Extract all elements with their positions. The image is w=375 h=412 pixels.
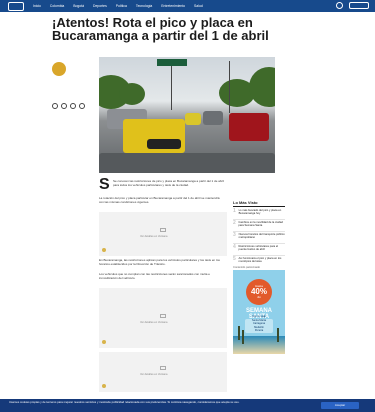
- nav-item-bogota[interactable]: Bogotá: [73, 4, 84, 8]
- most-viewed-item[interactable]: 2 Cambios en la movilidad de la ciudad p…: [233, 221, 285, 228]
- item-number: 1: [233, 208, 236, 214]
- ad-image-icon: [160, 314, 166, 318]
- article-title: ¡Atentos! Rota el pico y placa en Bucara…: [52, 15, 269, 43]
- accept-cookies-button[interactable]: Aceptar: [321, 402, 359, 409]
- most-viewed-item[interactable]: 5 Así funcionará el pico y placa en los …: [233, 257, 285, 264]
- nav-item-tecnologia[interactable]: Tecnología: [136, 4, 152, 8]
- user-icon[interactable]: [336, 2, 343, 9]
- article-paragraph: Los vehículos que no cumplan con las res…: [99, 272, 210, 281]
- promo-destinations: Santa Marta Cartagena Medellín Pereira: [245, 319, 273, 333]
- item-headline[interactable]: Lo más buscado del pico y placa en Bucar…: [239, 209, 285, 216]
- cookie-text: Usamos cookies propias y de terceros par…: [9, 400, 240, 404]
- search-icon[interactable]: [349, 2, 369, 9]
- most-viewed-divider: [233, 206, 285, 207]
- article-photo: [99, 57, 275, 173]
- travel-promo-ad[interactable]: Hasta 40% dto SEMANA SANTA Con tu viaje …: [233, 270, 285, 354]
- item-number: 2: [233, 220, 236, 226]
- twitter-icon[interactable]: [61, 103, 67, 109]
- nav-item-inicio[interactable]: Inicio: [33, 4, 41, 8]
- item-headline[interactable]: Restricciones vehiculares para el puente…: [239, 245, 286, 252]
- promo-subtitle: Con tu viaje: [252, 315, 266, 318]
- whatsapp-icon[interactable]: [79, 103, 85, 109]
- author-avatar[interactable]: [52, 62, 66, 76]
- share-buttons: [52, 103, 85, 109]
- ad-info-icon[interactable]: [102, 384, 106, 388]
- ad-image-icon: [160, 228, 166, 232]
- item-headline[interactable]: Cambios en la movilidad de la ciudad par…: [238, 221, 285, 228]
- most-viewed-item[interactable]: 4 Restricciones vehiculares para el puen…: [233, 245, 285, 252]
- ad-label[interactable]: Ver detalles en Ventana: [140, 321, 167, 324]
- article-paragraph: Se conocen las restricciones de pico y p…: [113, 179, 224, 188]
- item-number: 3: [233, 232, 236, 238]
- facebook-icon[interactable]: [52, 103, 58, 109]
- article-paragraph: En Bucaramanga, las restricciones aplica…: [99, 258, 220, 267]
- sponsored-label: Contenido patrocinado: [233, 266, 261, 269]
- ad-info-icon[interactable]: [102, 340, 106, 344]
- item-number: 4: [233, 244, 236, 250]
- item-headline[interactable]: Nuevos horarios del transporte público m…: [239, 233, 285, 240]
- discount-badge: Hasta 40% dto: [246, 279, 272, 305]
- ad-label[interactable]: Ver detalles en Ventana: [140, 235, 167, 238]
- site-logo[interactable]: [8, 1, 24, 11]
- nav-item-politica[interactable]: Política: [116, 4, 127, 8]
- most-viewed-title: Lo Más Visto: [233, 200, 258, 205]
- most-viewed-item[interactable]: 1 Lo más buscado del pico y placa en Buc…: [233, 209, 285, 216]
- linkedin-icon[interactable]: [70, 103, 76, 109]
- cookie-banner: Usamos cookies propias y de terceros par…: [0, 399, 375, 412]
- ad-info-icon[interactable]: [102, 248, 106, 252]
- most-viewed-item[interactable]: 3 Nuevos horarios del transporte público…: [233, 233, 285, 240]
- item-headline[interactable]: Así funcionará el pico y placa en los mu…: [238, 257, 285, 264]
- article-paragraph: La rotación del pico y placa particular …: [99, 196, 220, 205]
- nav-item-colombia[interactable]: Colombia: [50, 4, 64, 8]
- dropcap-letter: S: [99, 176, 110, 193]
- ad-label[interactable]: Ver detalles en Ventana: [140, 373, 167, 376]
- item-number: 5: [233, 256, 236, 262]
- advertisement[interactable]: Ver detalles en Ventana: [99, 212, 227, 256]
- ad-image-icon: [160, 366, 166, 370]
- top-navigation-bar: Inicio Colombia Bogotá Deportes Política…: [0, 0, 375, 12]
- advertisement[interactable]: Ver detalles en Ventana: [99, 288, 227, 348]
- nav-item-salud[interactable]: Salud: [194, 4, 203, 8]
- nav-item-deportes[interactable]: Deportes: [93, 4, 107, 8]
- advertisement[interactable]: Ver detalles en Ventana: [99, 352, 227, 392]
- nav-item-entretenimiento[interactable]: Entretenimiento: [161, 4, 185, 8]
